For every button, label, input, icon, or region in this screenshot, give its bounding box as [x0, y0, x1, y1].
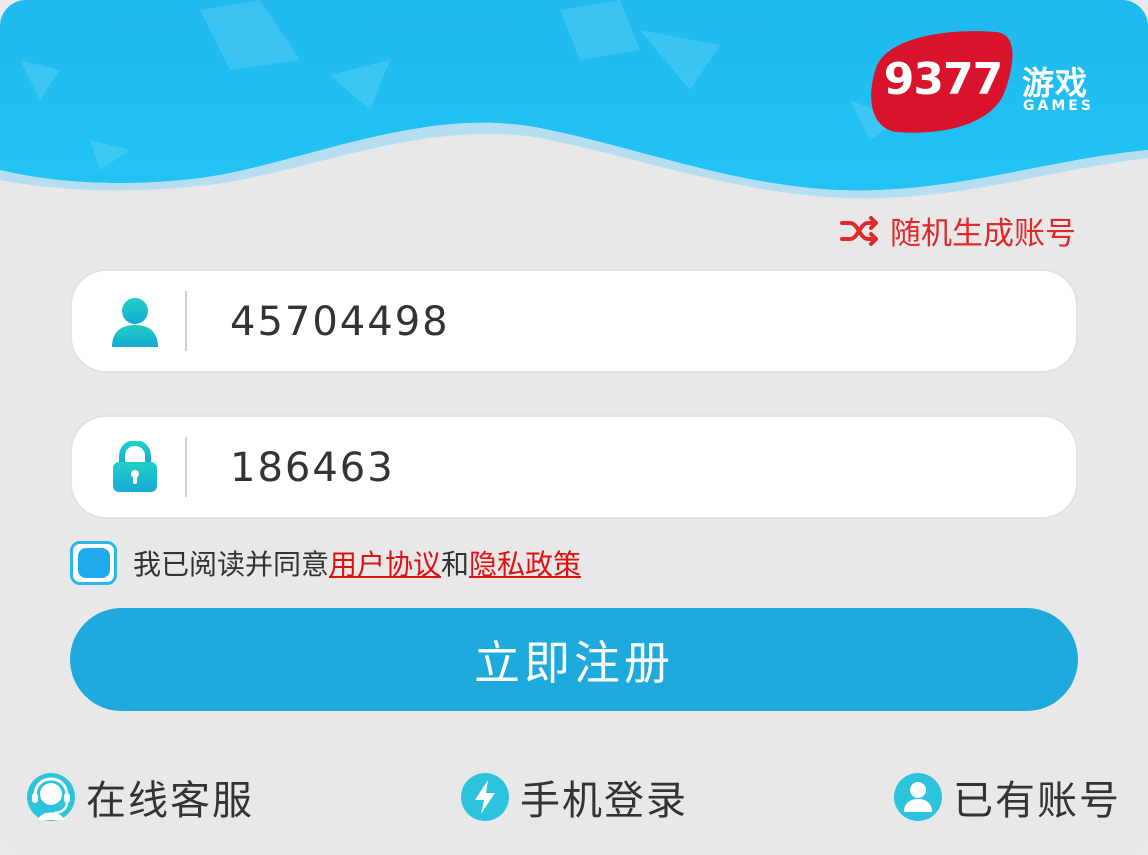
lightning-icon	[461, 773, 509, 821]
random-account-link[interactable]: 随机生成账号	[840, 208, 1076, 253]
username-value[interactable]: 45704498	[230, 299, 450, 345]
checkbox-checked-mark	[77, 548, 110, 578]
shuffle-icon	[840, 215, 878, 246]
field-divider	[185, 291, 187, 351]
online-service-button[interactable]: 在线客服	[26, 768, 254, 826]
person-icon	[894, 773, 942, 821]
agreement-row: 我已阅读并同意 用户协议和隐私政策	[70, 541, 581, 585]
user-agreement-link[interactable]: 用户协议	[329, 543, 441, 583]
agreement-checkbox[interactable]	[70, 541, 117, 585]
register-button[interactable]: 立即注册	[70, 608, 1078, 711]
have-account-button[interactable]: 已有账号	[893, 768, 1121, 826]
logo-number: 9377	[883, 54, 1003, 105]
online-service-label: 在线客服	[86, 778, 254, 824]
headset-icon	[27, 773, 75, 821]
phone-login-label: 手机登录	[520, 778, 688, 824]
field-divider	[185, 437, 187, 497]
have-account-label: 已有账号	[953, 778, 1121, 824]
logo-name-en: GAMES	[1023, 98, 1094, 114]
phone-login-button[interactable]: 手机登录	[460, 768, 688, 826]
brand-logo: 9377 游戏 GAMES	[866, 28, 1101, 140]
random-account-label: 随机生成账号	[890, 216, 1076, 252]
privacy-policy-link[interactable]: 隐私政策	[469, 543, 581, 583]
user-icon	[112, 298, 158, 347]
password-value[interactable]: 186463	[230, 445, 395, 491]
password-field[interactable]: 186463	[72, 417, 1076, 517]
agreement-text: 我已阅读并同意	[133, 548, 330, 581]
agreement-joiner: 和	[441, 548, 470, 581]
lock-icon	[113, 441, 157, 492]
username-field[interactable]: 45704498	[72, 271, 1076, 371]
register-dialog: 9377 游戏 GAMES 随机生成账号 45704498 186463 我已阅…	[0, 0, 1148, 855]
